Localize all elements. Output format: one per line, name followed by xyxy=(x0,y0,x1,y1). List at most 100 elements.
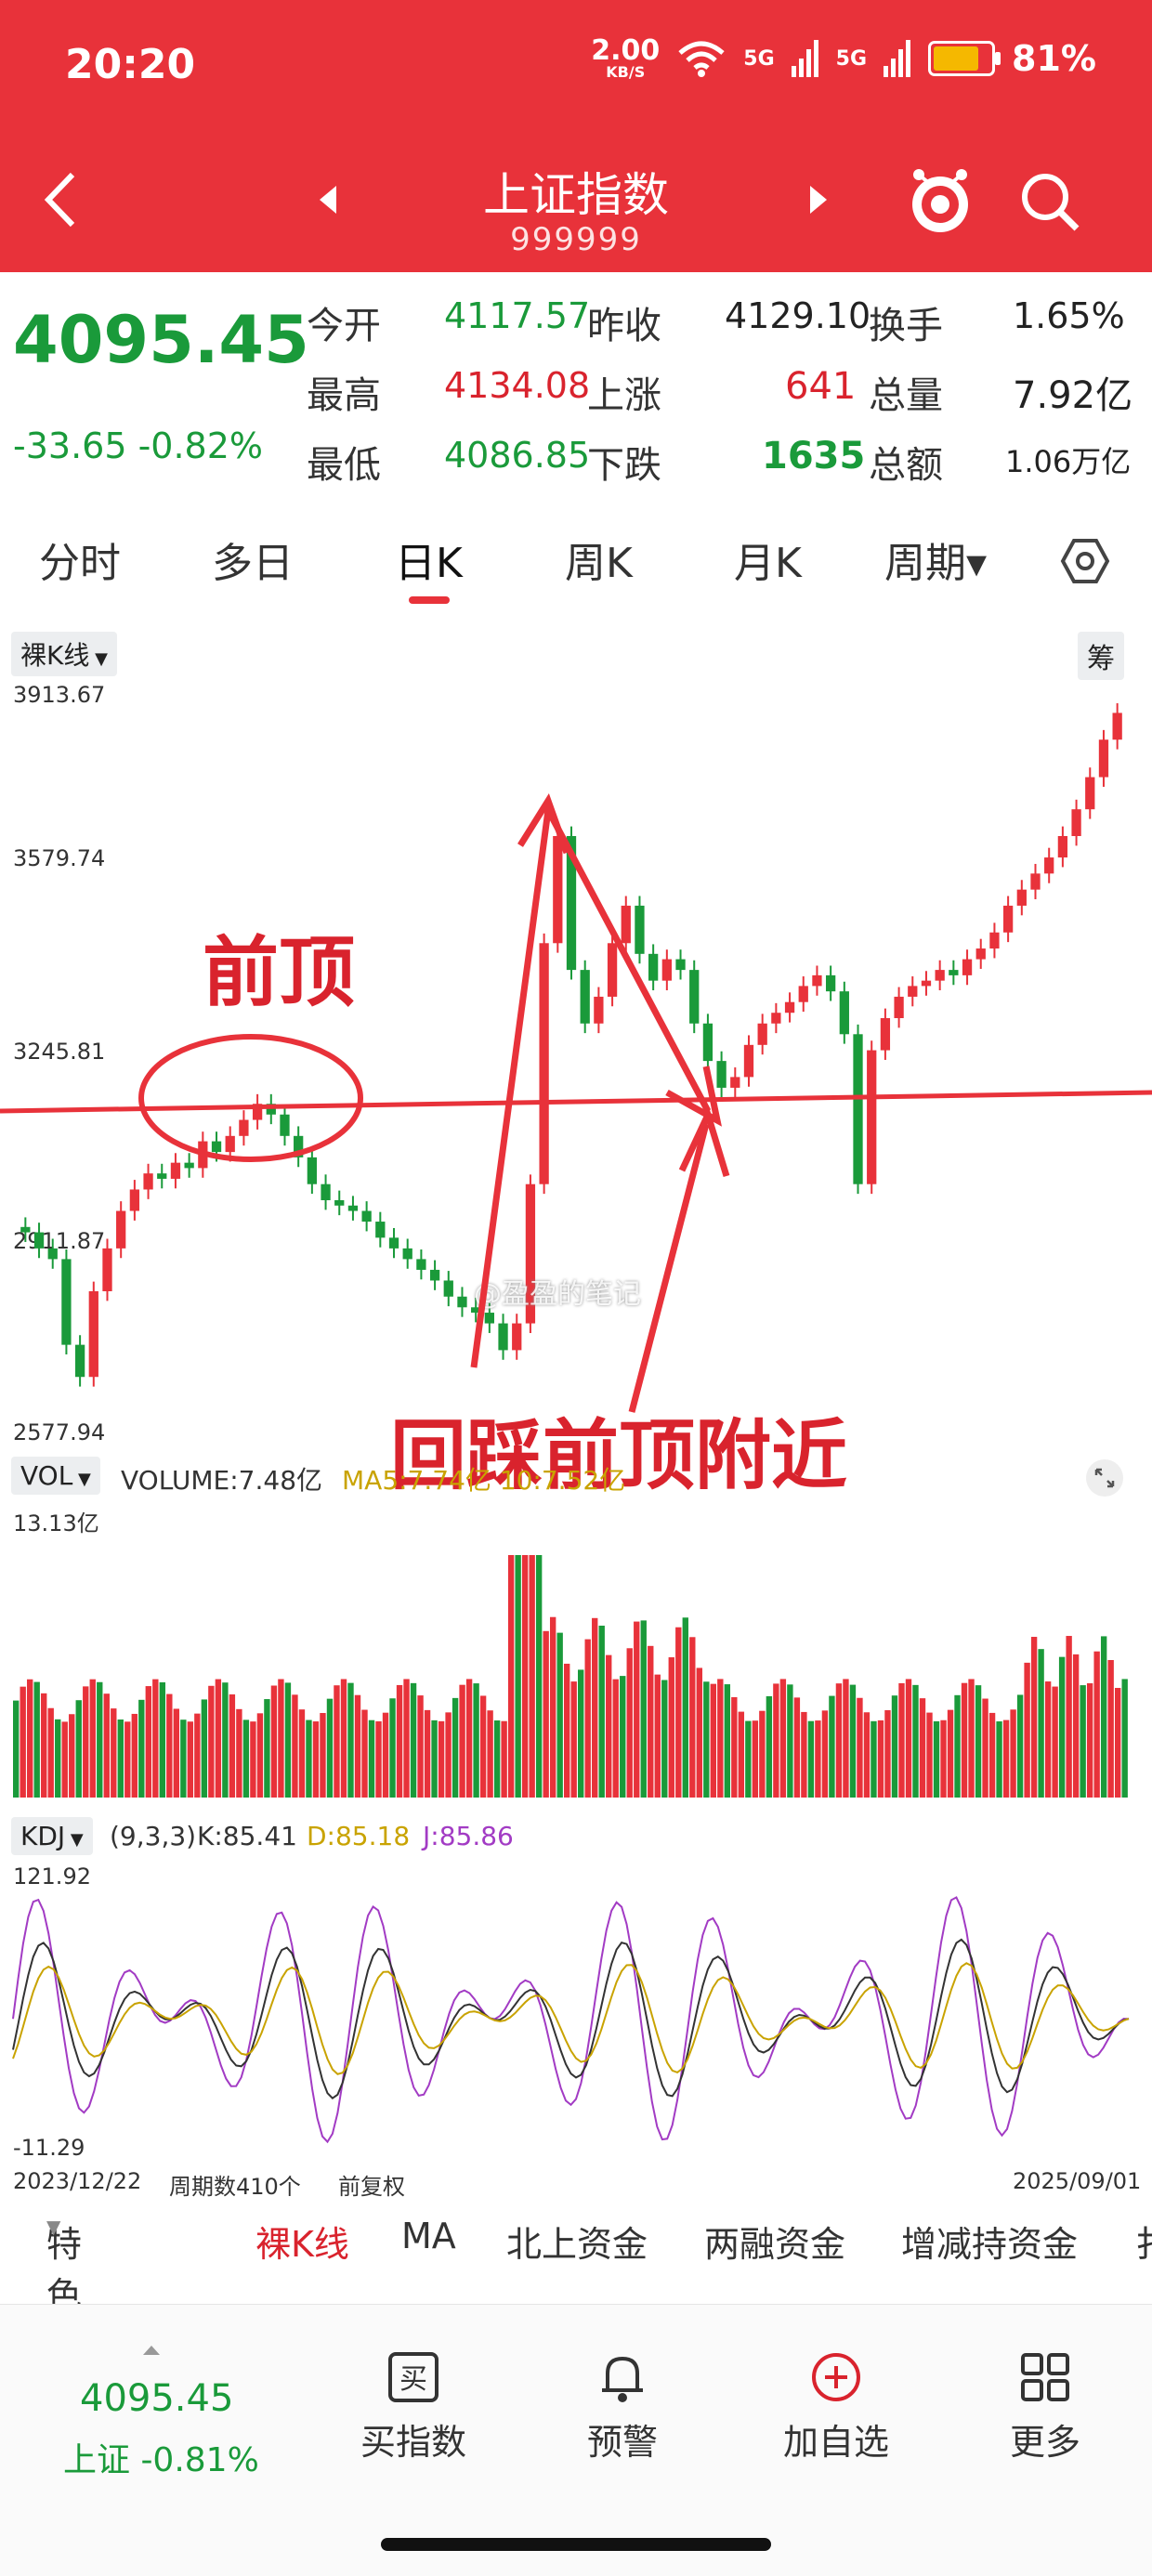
volume-bar xyxy=(487,1710,493,1798)
volume-bar xyxy=(250,1721,256,1798)
volume-text: VOLUME:7.48亿 xyxy=(121,1465,323,1496)
tab-multi-day[interactable]: 多日 xyxy=(212,530,294,589)
volume-bar xyxy=(131,1713,137,1798)
volume-bar xyxy=(61,1721,68,1798)
kdj-selector[interactable]: KDJ ▼ xyxy=(11,1817,93,1855)
volume-bar xyxy=(334,1685,340,1798)
indicator-tab-northbound[interactable]: 北上资金 xyxy=(506,2216,648,2267)
indicator-tab-ma[interactable]: MA xyxy=(401,2216,456,2256)
volume-bar xyxy=(1058,1656,1066,1798)
tab-period[interactable]: 周期▾ xyxy=(884,530,987,589)
prev-close-label: 昨收 xyxy=(587,305,661,347)
volume-bar xyxy=(117,1720,124,1798)
volume-bar xyxy=(347,1682,354,1798)
volume-bar xyxy=(298,1709,306,1798)
add-watchlist-button[interactable]: 加自选 xyxy=(776,2349,897,2465)
volume-bar xyxy=(431,1720,438,1798)
down-count-value: 1635 xyxy=(762,435,866,477)
volume-bar xyxy=(584,1639,591,1798)
volume-bar xyxy=(877,1720,884,1798)
kdj-j-line xyxy=(12,1896,1130,2144)
volume-bar xyxy=(968,1679,975,1798)
volume-bar xyxy=(1024,1662,1030,1798)
volume-bar xyxy=(75,1700,82,1798)
volume-bar xyxy=(612,1679,619,1798)
net-speed: 2.00 KB/S xyxy=(591,34,661,81)
prev-close-value: 4129.10 xyxy=(725,295,871,336)
volume-bar xyxy=(159,1681,166,1798)
volume-bar xyxy=(745,1720,752,1798)
volume-bar xyxy=(654,1674,661,1798)
next-stock-icon[interactable] xyxy=(806,184,831,216)
active-tab-indicator xyxy=(409,596,450,604)
annotation-overlay xyxy=(0,793,1152,1413)
volume-bar xyxy=(403,1679,410,1798)
volume-bar xyxy=(326,1698,334,1798)
indicator-tab-naked-k[interactable]: 裸K线 xyxy=(255,2216,349,2267)
volume-chart[interactable] xyxy=(0,1505,1152,1802)
kdj-chart[interactable] xyxy=(0,1858,1152,2164)
indicator-tab-holdings[interactable]: 增减持资金 xyxy=(901,2216,1078,2267)
volume-bar xyxy=(717,1679,724,1798)
kdj-d: D:85.18 xyxy=(307,1821,411,1851)
tab-timeshare[interactable]: 分时 xyxy=(39,530,121,589)
buy-icon: 买 xyxy=(388,2352,439,2402)
tab-weekly-k[interactable]: 周K xyxy=(565,530,633,589)
search-icon[interactable] xyxy=(1017,169,1082,234)
grid-icon xyxy=(1021,2353,1069,2401)
battery-icon xyxy=(928,41,1001,76)
volume-bar xyxy=(815,1720,821,1798)
volume-bar xyxy=(863,1712,871,1798)
volume-bar xyxy=(459,1684,465,1798)
volume-bar xyxy=(138,1699,145,1798)
amount-value: 1.06万亿 xyxy=(1005,444,1132,479)
volume-bar xyxy=(507,1555,515,1798)
volume-bar xyxy=(926,1712,933,1798)
volume-bar xyxy=(229,1693,236,1798)
volume-bar xyxy=(124,1721,131,1798)
wifi-icon xyxy=(678,41,725,77)
chip-distribution-button[interactable]: 筹 xyxy=(1078,632,1124,680)
stock-code: 999999 xyxy=(510,221,642,258)
indicator-tab-more[interactable]: 扌 xyxy=(1135,2216,1152,2267)
volume-bar xyxy=(829,1695,835,1798)
volume-bar xyxy=(1016,1694,1024,1798)
volume-bar xyxy=(145,1686,151,1798)
volume-bar xyxy=(340,1679,347,1798)
vol-selector[interactable]: VOL ▼ xyxy=(11,1457,100,1495)
volume-bar xyxy=(180,1720,187,1798)
mascot-icon[interactable] xyxy=(906,165,975,238)
volume-bar xyxy=(821,1710,829,1798)
volume-bar xyxy=(97,1681,103,1798)
volume-bar xyxy=(417,1695,424,1798)
volume-bar xyxy=(1038,1649,1044,1798)
volume-bar xyxy=(270,1685,278,1798)
volume-bar xyxy=(194,1713,201,1798)
tab-monthly-k[interactable]: 月K xyxy=(734,530,802,589)
volume-bar xyxy=(787,1684,793,1798)
expand-icon[interactable] xyxy=(1085,1458,1124,1497)
volume-bar xyxy=(543,1630,549,1798)
high-value: 4134.08 xyxy=(444,365,591,406)
low-label: 最低 xyxy=(307,444,381,487)
settings-icon[interactable] xyxy=(1059,535,1111,587)
more-button[interactable]: 更多 xyxy=(989,2349,1101,2465)
buy-index-button[interactable]: 买 买指数 xyxy=(353,2349,474,2465)
volume-bar xyxy=(919,1698,926,1798)
volume-bar xyxy=(933,1720,940,1798)
tab-daily-k[interactable]: 日K xyxy=(395,530,463,589)
volume-bar xyxy=(1030,1637,1038,1798)
kline-mode-selector[interactable]: 裸K线 ▼ xyxy=(11,632,117,676)
volume-bar xyxy=(1100,1636,1107,1798)
volume-bar xyxy=(620,1676,626,1798)
volume-bar xyxy=(515,1555,521,1798)
kdj-d-line xyxy=(12,1962,1130,2075)
volume-bar xyxy=(242,1720,250,1798)
alert-button[interactable]: 预警 xyxy=(567,2349,678,2465)
volume-bar xyxy=(236,1708,242,1798)
volume-bar xyxy=(648,1645,654,1798)
volume-bar xyxy=(187,1721,194,1798)
volume-bar xyxy=(208,1685,215,1798)
indicator-tab-margin[interactable]: 两融资金 xyxy=(704,2216,845,2267)
volume-bar xyxy=(843,1679,849,1798)
